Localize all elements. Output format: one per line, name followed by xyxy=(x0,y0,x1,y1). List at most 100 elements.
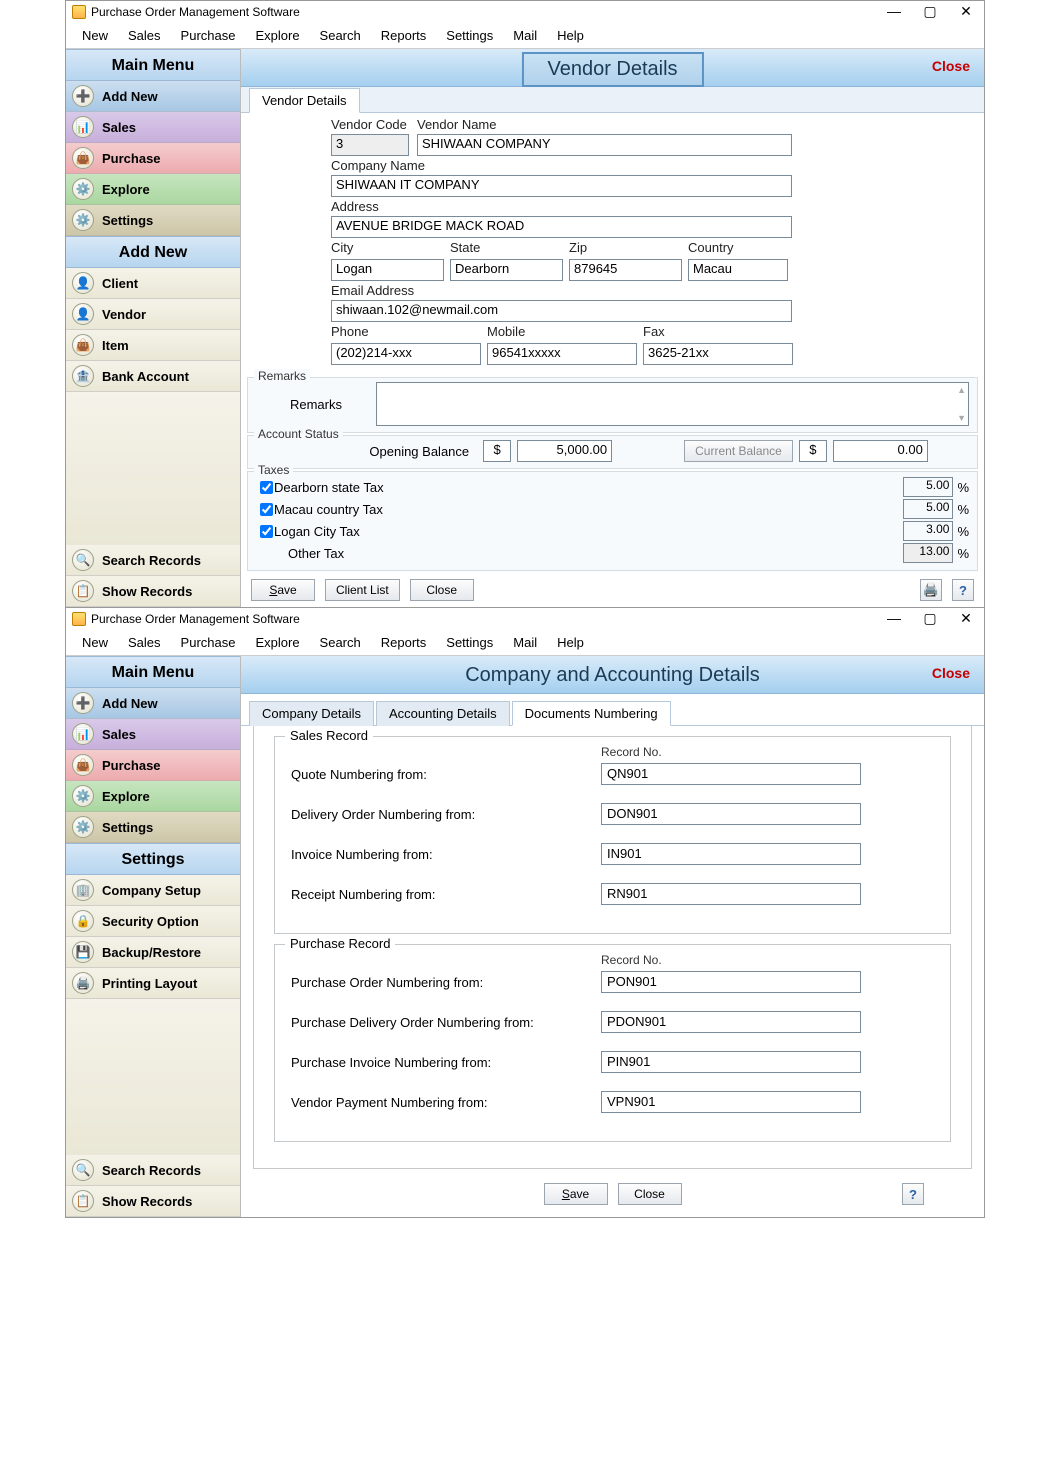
pdo-numbering-field[interactable]: PDON901 xyxy=(601,1011,861,1033)
sidebar-item-vendor[interactable]: 👤 Vendor xyxy=(66,299,240,330)
menu-mail[interactable]: Mail xyxy=(503,633,547,652)
scroll-down-icon[interactable]: ▼ xyxy=(957,413,966,423)
email-field[interactable]: shiwaan.102@newmail.com xyxy=(331,300,792,322)
menu-reports[interactable]: Reports xyxy=(371,633,437,652)
sidebar-item-show-records[interactable]: 📋 Show Records xyxy=(66,576,240,607)
zip-field[interactable]: 879645 xyxy=(569,259,682,281)
close-window-button[interactable]: ✕ xyxy=(948,1,984,23)
remarks-legend: Remarks xyxy=(254,369,310,383)
tax2-value[interactable]: 5.00 xyxy=(903,499,953,519)
maximize-button[interactable]: ▢ xyxy=(912,1,948,23)
tax3-value[interactable]: 3.00 xyxy=(903,521,953,541)
sidebar-item-sales[interactable]: 📊 Sales xyxy=(66,719,240,750)
label-remarks: Remarks xyxy=(256,397,376,412)
maximize-button[interactable]: ▢ xyxy=(912,608,948,630)
address-field[interactable]: AVENUE BRIDGE MACK ROAD xyxy=(331,216,792,238)
sidebar-item-label: Show Records xyxy=(102,584,192,599)
po-numbering-field[interactable]: PON901 xyxy=(601,971,861,993)
sidebar-item-show-records[interactable]: 📋 Show Records xyxy=(66,1186,240,1217)
minimize-button[interactable]: — xyxy=(876,1,912,23)
menu-settings[interactable]: Settings xyxy=(436,26,503,45)
save-button[interactable]: Save xyxy=(251,579,315,601)
building-icon: 🏢 xyxy=(72,879,94,901)
sidebar-item-purchase[interactable]: 👜 Purchase xyxy=(66,143,240,174)
help-button[interactable]: ? xyxy=(952,579,974,601)
print-button[interactable]: 🖨️ xyxy=(920,579,942,601)
sidebar-item-add-new[interactable]: ➕ Add New xyxy=(66,81,240,112)
phone-field[interactable]: (202)214-xxx xyxy=(331,343,481,365)
remarks-textarea[interactable]: ▲ ▼ xyxy=(376,382,969,426)
sidebar-item-label: Purchase xyxy=(102,151,161,166)
tax2-checkbox[interactable] xyxy=(260,503,273,516)
close-link[interactable]: Close xyxy=(932,58,970,74)
close-link[interactable]: Close xyxy=(932,665,970,681)
menu-purchase[interactable]: Purchase xyxy=(171,26,246,45)
close-window-button[interactable]: ✕ xyxy=(948,608,984,630)
client-list-button[interactable]: Client List xyxy=(325,579,400,601)
tab-accounting-details[interactable]: Accounting Details xyxy=(376,701,510,726)
tax1-value[interactable]: 5.00 xyxy=(903,477,953,497)
vp-numbering-field[interactable]: VPN901 xyxy=(601,1091,861,1113)
menu-new[interactable]: New xyxy=(72,633,118,652)
fax-field[interactable]: 3625-21xx xyxy=(643,343,793,365)
menu-reports[interactable]: Reports xyxy=(371,26,437,45)
help-button[interactable]: ? xyxy=(902,1183,924,1205)
sidebar-item-search-records[interactable]: 🔍 Search Records xyxy=(66,545,240,576)
menu-new[interactable]: New xyxy=(72,26,118,45)
menu-settings[interactable]: Settings xyxy=(436,633,503,652)
tax4-label: Other Tax xyxy=(274,546,903,561)
menu-sales[interactable]: Sales xyxy=(118,633,171,652)
country-field[interactable]: Macau xyxy=(688,259,788,281)
sidebar-item-bank-account[interactable]: 🏦 Bank Account xyxy=(66,361,240,392)
record-no-label: Record No. xyxy=(601,745,934,759)
pi-numbering-field[interactable]: PIN901 xyxy=(601,1051,861,1073)
tax3-checkbox[interactable] xyxy=(260,525,273,538)
vendor-name-field[interactable]: SHIWAAN COMPANY xyxy=(417,134,792,156)
menu-purchase[interactable]: Purchase xyxy=(171,633,246,652)
label-phone: Phone xyxy=(331,324,481,339)
state-field[interactable]: Dearborn xyxy=(450,259,563,281)
invoice-numbering-field[interactable]: IN901 xyxy=(601,843,861,865)
sidebar-item-security-option[interactable]: 🔒 Security Option xyxy=(66,906,240,937)
menu-search[interactable]: Search xyxy=(310,633,371,652)
company-name-field[interactable]: SHIWAAN IT COMPANY xyxy=(331,175,792,197)
delivery-numbering-field[interactable]: DON901 xyxy=(601,803,861,825)
sidebar-item-explore[interactable]: ⚙️ Explore xyxy=(66,174,240,205)
sidebar-item-explore[interactable]: ⚙️ Explore xyxy=(66,781,240,812)
menu-help[interactable]: Help xyxy=(547,26,594,45)
opening-balance-field[interactable]: 5,000.00 xyxy=(517,440,612,462)
menu-mail[interactable]: Mail xyxy=(503,26,547,45)
tab-vendor-details[interactable]: Vendor Details xyxy=(249,88,360,113)
tab-documents-numbering[interactable]: Documents Numbering xyxy=(512,701,671,726)
city-field[interactable]: Logan xyxy=(331,259,444,281)
quote-numbering-field[interactable]: QN901 xyxy=(601,763,861,785)
minimize-button[interactable]: — xyxy=(876,608,912,630)
sidebar-item-backup-restore[interactable]: 💾 Backup/Restore xyxy=(66,937,240,968)
account-status-legend: Account Status xyxy=(254,427,343,441)
sidebar-item-printing-layout[interactable]: 🖨️ Printing Layout xyxy=(66,968,240,999)
sidebar-item-settings[interactable]: ⚙️ Settings xyxy=(66,205,240,236)
sidebar-item-label: Item xyxy=(102,338,129,353)
current-balance-button[interactable]: Current Balance xyxy=(684,440,793,462)
sidebar-item-purchase[interactable]: 👜 Purchase xyxy=(66,750,240,781)
menu-help[interactable]: Help xyxy=(547,633,594,652)
menu-sales[interactable]: Sales xyxy=(118,26,171,45)
sidebar-item-add-new[interactable]: ➕ Add New xyxy=(66,688,240,719)
scroll-up-icon[interactable]: ▲ xyxy=(957,385,966,395)
menu-explore[interactable]: Explore xyxy=(245,633,309,652)
sidebar-item-item[interactable]: 👜 Item xyxy=(66,330,240,361)
tab-company-details[interactable]: Company Details xyxy=(249,701,374,726)
receipt-numbering-field[interactable]: RN901 xyxy=(601,883,861,905)
save-button[interactable]: Save xyxy=(544,1183,608,1205)
sidebar-item-settings[interactable]: ⚙️ Settings xyxy=(66,812,240,843)
close-button[interactable]: Close xyxy=(410,579,474,601)
sidebar-item-search-records[interactable]: 🔍 Search Records xyxy=(66,1155,240,1186)
sidebar-item-sales[interactable]: 📊 Sales xyxy=(66,112,240,143)
mobile-field[interactable]: 96541xxxxx xyxy=(487,343,637,365)
sidebar-item-client[interactable]: 👤 Client xyxy=(66,268,240,299)
menu-explore[interactable]: Explore xyxy=(245,26,309,45)
tax1-checkbox[interactable] xyxy=(260,481,273,494)
close-button[interactable]: Close xyxy=(618,1183,682,1205)
sidebar-item-company-setup[interactable]: 🏢 Company Setup xyxy=(66,875,240,906)
menu-search[interactable]: Search xyxy=(310,26,371,45)
